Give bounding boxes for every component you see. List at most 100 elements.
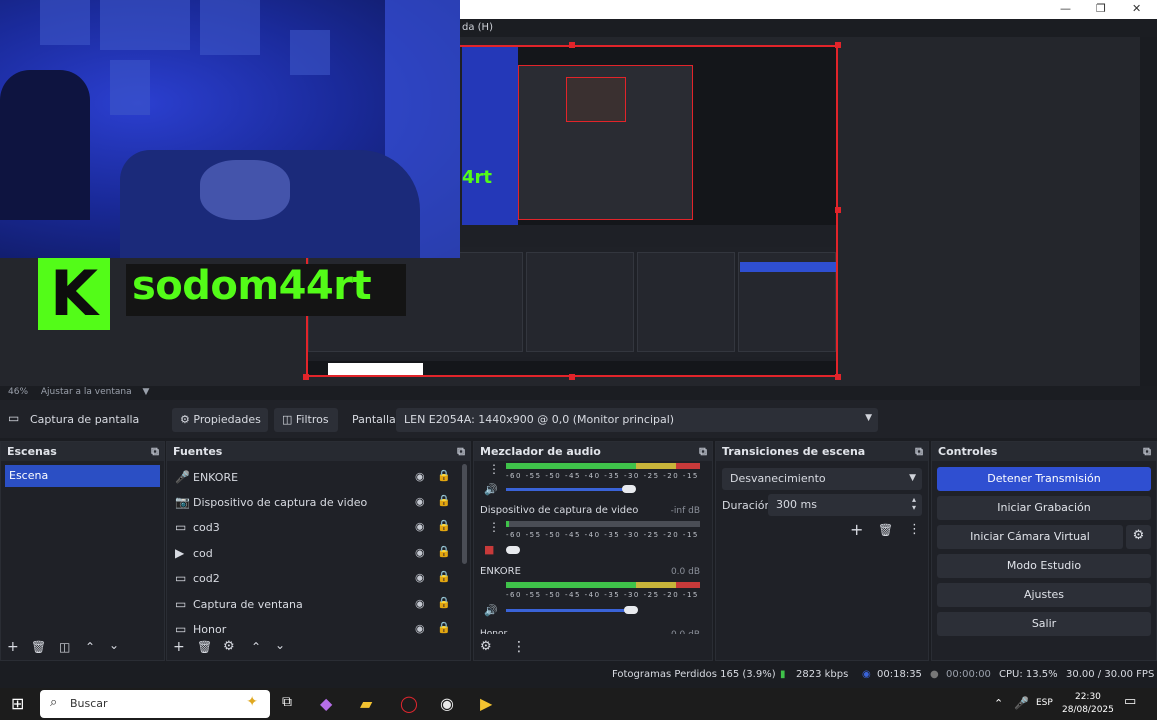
eye-icon[interactable]: ◉ [415,571,425,584]
transition-select[interactable]: Desvanecimiento ▼ [722,468,922,490]
clock[interactable]: 22:30 28/08/2025 [1062,691,1114,717]
windows-start-icon[interactable]: ⊞ [11,694,24,713]
taskbar-search[interactable]: ⌕ Buscar ✦ [40,690,270,718]
close-icon[interactable]: ✕ [1132,2,1141,15]
source-row[interactable]: 🎤 ENKORE ◉ 🔒 [173,466,463,490]
volume-knob[interactable] [624,606,638,614]
lock-icon[interactable]: 🔒 [437,621,451,634]
notification-icon[interactable]: ▭ [1124,694,1136,709]
speaker-icon[interactable]: 🔊 [484,604,498,617]
lock-icon[interactable]: 🔒 [437,570,451,583]
resize-handle[interactable] [303,374,309,380]
menu-help[interactable]: da (H) [462,22,493,33]
studio-mode-button[interactable]: Modo Estudio [937,554,1151,578]
volume-knob[interactable] [506,546,520,554]
maximize-icon[interactable]: ❐ [1096,2,1106,15]
resize-handle[interactable] [835,207,841,213]
scene-item[interactable]: Escena [5,465,160,487]
media-player-icon[interactable]: ▶ [480,694,492,713]
lock-icon[interactable]: 🔒 [437,469,451,482]
duration-input[interactable]: 300 ms ▴ ▾ [768,494,922,516]
properties-button[interactable]: ⚙ Propiedades [172,408,268,432]
muted-speaker-icon[interactable]: ■ [484,543,494,556]
add-icon[interactable]: + [173,639,185,655]
mic-icon[interactable]: 🎤 [1014,696,1029,710]
stepper-icon[interactable]: ▴ ▾ [912,496,916,512]
chevron-up-icon[interactable]: ⌃ [994,697,1003,710]
more-icon[interactable]: ⋮ [488,462,500,476]
lock-icon[interactable]: 🔒 [437,494,451,507]
obs-window: 4rt K sodom44rt — ❐ ✕ da (H) 46% Ajustar… [0,0,1157,720]
gear-icon[interactable]: ⚙ [480,639,492,654]
undock-icon[interactable]: ⧉ [457,445,465,459]
sources-title-text: Fuentes [173,445,223,458]
speaker-icon[interactable]: 🔊 [484,483,498,496]
gear-icon[interactable]: ⚙ [1126,525,1151,549]
meter-green [506,463,636,469]
eye-icon[interactable]: ◉ [415,546,425,559]
display-value: LEN E2054A: 1440x900 @ 0,0 (Monitor prin… [404,413,675,426]
volume-slider[interactable] [506,609,628,612]
start-recording-button[interactable]: Iniciar Grabación [937,496,1151,520]
copilot-icon[interactable]: ◆ [320,694,332,713]
bitrate: 2823 kbps [796,669,849,680]
eye-icon[interactable]: ◉ [415,495,425,508]
trash-icon[interactable]: 🗑 [878,523,893,537]
resize-handle[interactable] [835,42,841,48]
lock-icon[interactable]: 🔒 [437,596,451,609]
source-row[interactable]: 📷 Dispositivo de captura de video ◉ 🔒 [173,491,463,515]
eye-icon[interactable]: ◉ [415,597,425,610]
obs-icon[interactable]: ◉ [440,694,454,713]
filter-icon[interactable]: ◫ [59,640,70,654]
trash-icon[interactable]: 🗑 [31,640,46,654]
chevron-down-icon[interactable]: ⌄ [109,638,119,652]
sources-scrollbar[interactable] [462,464,467,564]
source-row[interactable]: ▶ cod ◉ 🔒 [173,542,463,566]
preview-area[interactable]: 4rt K sodom44rt [0,0,1157,386]
eye-icon[interactable]: ◉ [415,520,425,533]
chevron-up-icon[interactable]: ⌃ [85,640,95,654]
source-row[interactable]: ▭ Captura de ventana ◉ 🔒 [173,593,463,617]
undock-icon[interactable]: ⧉ [1143,445,1151,459]
display-select[interactable]: LEN E2054A: 1440x900 @ 0,0 (Monitor prin… [396,408,878,432]
task-view-icon[interactable]: ⧉ [282,694,292,710]
start-virtual-cam-button[interactable]: Iniciar Cámara Virtual [937,525,1123,549]
source-row[interactable]: ▭ cod3 ◉ 🔒 [173,516,463,540]
lock-icon[interactable]: 🔒 [437,519,451,532]
chevron-up-icon[interactable]: ⌃ [251,640,261,654]
opera-icon[interactable]: ◯ [400,694,418,713]
chevron-down-icon[interactable]: ⌄ [275,638,285,652]
eye-icon[interactable]: ◉ [415,470,425,483]
undock-icon[interactable]: ⧉ [699,445,707,459]
add-icon[interactable]: + [850,520,863,539]
more-icon[interactable]: ⋮ [908,522,921,537]
exit-button[interactable]: Salir [937,612,1151,636]
more-icon[interactable]: ⋮ [512,639,526,655]
settings-button[interactable]: Ajustes [937,583,1151,607]
file-explorer-icon[interactable]: ▰ [360,694,372,713]
filters-button[interactable]: ◫ Filtros [274,408,338,432]
channel-db: -inf dB [670,506,700,516]
resize-handle[interactable] [569,374,575,380]
language-indicator[interactable]: ESP [1036,698,1053,708]
minimize-icon[interactable]: — [1060,2,1071,15]
undock-icon[interactable]: ⧉ [915,445,923,459]
more-icon[interactable]: ⋮ [488,520,500,534]
lock-icon[interactable]: 🔒 [437,545,451,558]
source-row[interactable]: ▭ cod2 ◉ 🔒 [173,567,463,591]
sources-title: Fuentes ⧉ [167,442,470,461]
add-icon[interactable]: + [7,639,19,655]
undock-icon[interactable]: ⧉ [151,445,159,459]
trash-icon[interactable]: 🗑 [197,640,212,654]
gear-icon[interactable]: ⚙ [223,639,235,654]
volume-slider[interactable] [506,488,624,491]
stop-stream-button[interactable]: Detener Transmisión [937,467,1151,491]
meter-scale: -60 -55 -50 -45 -40 -35 -30 -25 -20 -15 … [506,591,700,599]
chevron-down-icon[interactable]: ▼ [143,387,150,397]
resize-handle[interactable] [569,42,575,48]
title-bar[interactable]: — ❐ ✕ [460,0,1157,19]
streamer-name: sodom44rt [132,263,372,309]
volume-knob[interactable] [622,485,636,493]
zoom-mode[interactable]: Ajustar a la ventana [41,387,132,397]
resize-handle[interactable] [835,374,841,380]
